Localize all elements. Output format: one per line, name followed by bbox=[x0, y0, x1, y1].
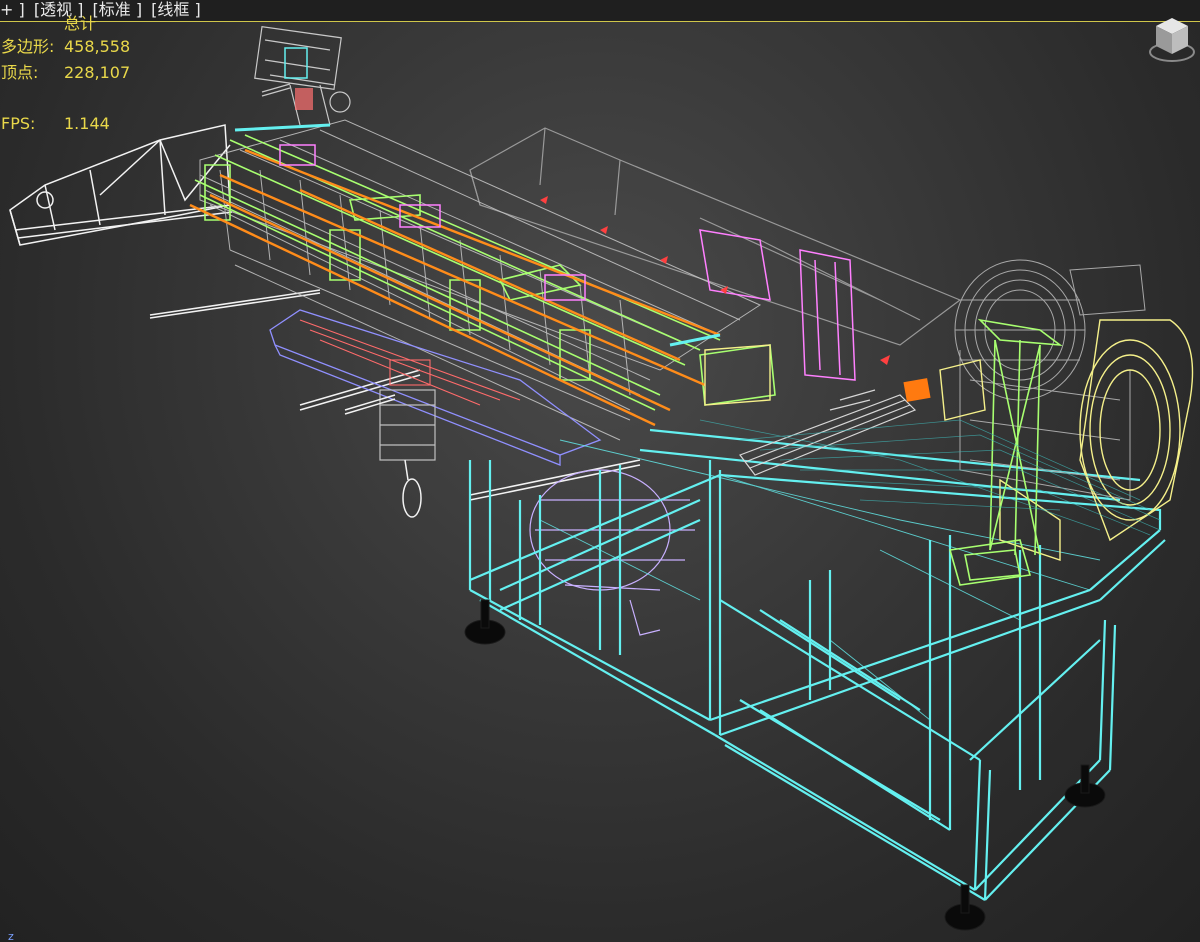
wireframe-machine-model[interactable] bbox=[0, 0, 1200, 942]
teal-wiring-mesh bbox=[699, 419, 1161, 536]
orange-sensor bbox=[903, 378, 931, 402]
viewport-label-bar: + ] [透视 ] [标准 ] [线框 ] bbox=[0, 0, 1200, 22]
scene-statistics: 多边形: 458,558 顶点: 228,107 FPS: 1.144 bbox=[1, 14, 130, 137]
polygons-row: 多边形: 458,558 bbox=[1, 34, 130, 60]
vertices-value: 228,107 bbox=[64, 63, 131, 82]
polygons-label: 多边形: bbox=[1, 37, 55, 56]
grey-hood-wireframe bbox=[469, 127, 962, 346]
white-handle bbox=[344, 394, 422, 518]
fps-label: FPS: bbox=[1, 114, 36, 133]
vertices-row: 顶点: 228,107 bbox=[1, 60, 130, 86]
axis-label: z bbox=[8, 930, 14, 942]
vertices-label: 顶点: bbox=[1, 63, 39, 82]
polygons-value: 458,558 bbox=[64, 37, 131, 56]
fps-row: FPS: 1.144 bbox=[1, 111, 130, 137]
top-cylinder-assembly bbox=[254, 26, 351, 126]
fps-value: 1.144 bbox=[64, 114, 110, 133]
leveling-feet bbox=[464, 599, 1106, 931]
top-red-block bbox=[295, 88, 313, 110]
viewcube-icon[interactable] bbox=[1148, 12, 1196, 64]
3d-viewport[interactable]: + ] [透视 ] [标准 ] [线框 ] 总计 多边形: 458,558 顶点… bbox=[0, 0, 1200, 942]
red-underside-parts bbox=[299, 319, 521, 406]
viewport-wireframe-menu[interactable]: [线框 ] bbox=[151, 0, 201, 20]
